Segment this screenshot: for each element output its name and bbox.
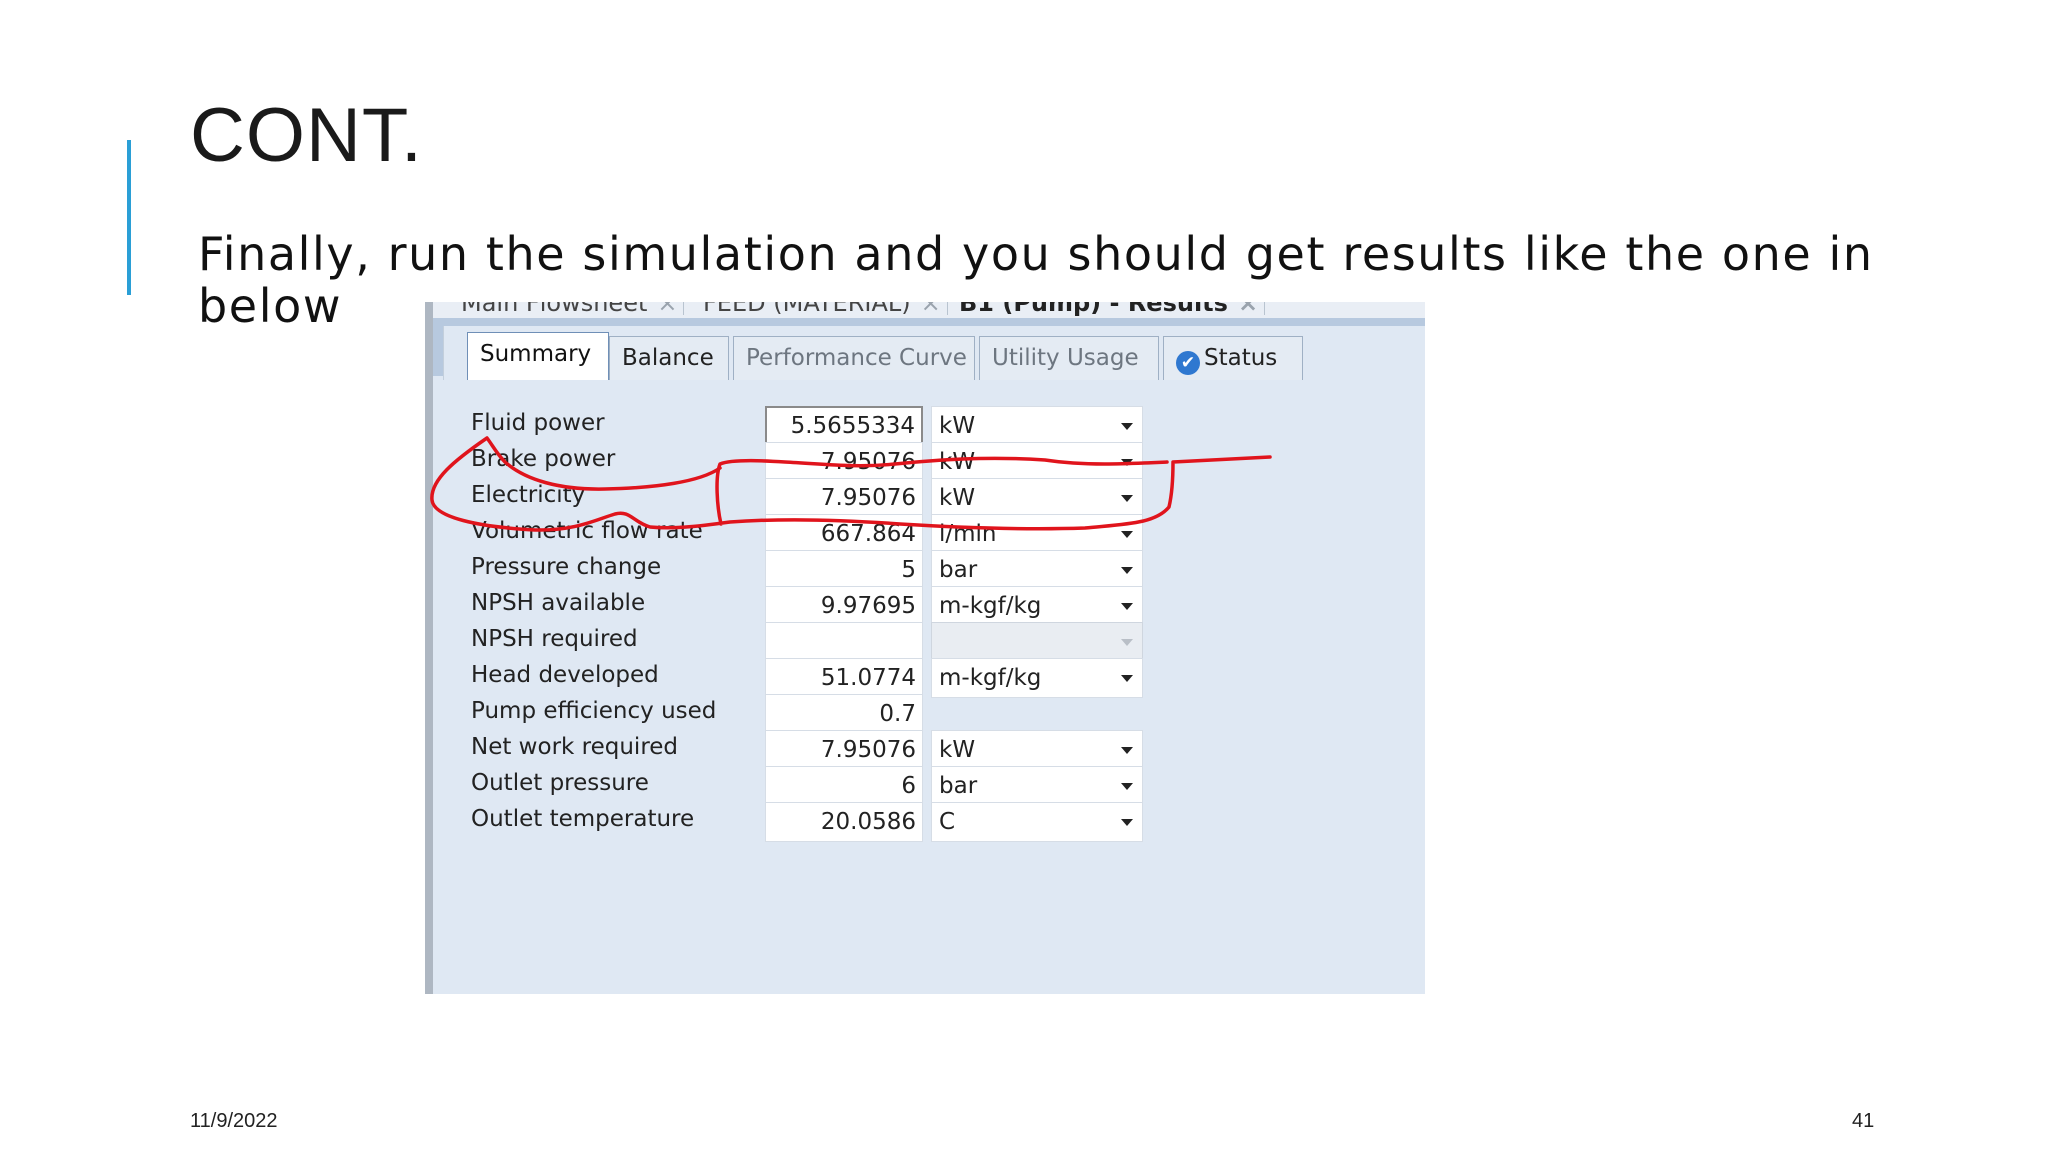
field-label: Net work required bbox=[471, 734, 679, 760]
field-label: Electricity bbox=[471, 482, 586, 508]
unit-value: C bbox=[939, 809, 956, 835]
unit-dropdown[interactable]: bar bbox=[931, 766, 1143, 806]
field-label: NPSH required bbox=[471, 626, 638, 652]
slide-title: CONT. bbox=[190, 93, 423, 178]
field-label: NPSH available bbox=[471, 590, 646, 616]
field-label: Volumetric flow rate bbox=[471, 518, 703, 544]
pump-results-screenshot: Main Flowsheet × FEED (MATERIAL) × B1 (Pum… bbox=[425, 302, 1425, 994]
chevron-down-icon bbox=[1121, 531, 1133, 538]
unit-dropdown[interactable]: C bbox=[931, 802, 1143, 842]
chevron-down-icon bbox=[1121, 603, 1133, 610]
unit-value: kW bbox=[939, 413, 976, 439]
chevron-down-icon bbox=[1121, 495, 1133, 502]
chevron-down-icon bbox=[1121, 639, 1133, 646]
value-field[interactable] bbox=[765, 622, 923, 662]
checkmark-icon: ✔ bbox=[1176, 351, 1200, 375]
unit-value: kW bbox=[939, 485, 976, 511]
field-label: Brake power bbox=[471, 446, 616, 472]
tab-utility-usage[interactable]: Utility Usage bbox=[979, 336, 1159, 380]
field-label: Pump efficiency used bbox=[471, 698, 717, 724]
value-field[interactable]: 51.0774 bbox=[765, 658, 923, 698]
chevron-down-icon bbox=[1121, 675, 1133, 682]
unit-value: m-kgf/kg bbox=[939, 593, 1042, 619]
unit-dropdown[interactable]: kW bbox=[931, 478, 1143, 518]
field-label: Fluid power bbox=[471, 410, 605, 436]
tab-summary[interactable]: Summary bbox=[467, 332, 609, 382]
tab-label: Summary bbox=[480, 341, 592, 367]
tab-label: Performance Curve bbox=[746, 345, 967, 371]
unit-dropdown[interactable]: l/min bbox=[931, 514, 1143, 554]
field-label: Outlet temperature bbox=[471, 806, 695, 832]
value-field[interactable]: 667.864 bbox=[765, 514, 923, 554]
unit-value: kW bbox=[939, 449, 976, 475]
unit-dropdown[interactable]: m-kgf/kg bbox=[931, 586, 1143, 626]
unit-dropdown[interactable]: kW bbox=[931, 442, 1143, 482]
chevron-down-icon bbox=[1121, 423, 1133, 430]
document-tab-strip: Main Flowsheet × FEED (MATERIAL) × B1 (Pum… bbox=[433, 302, 1425, 318]
document-tab-feed[interactable]: FEED (MATERIAL) × bbox=[697, 302, 948, 317]
unit-value: bar bbox=[939, 557, 978, 583]
document-tab-label: B1 (Pump) - Results bbox=[959, 302, 1228, 317]
chevron-down-icon bbox=[1121, 747, 1133, 754]
document-tab-label: Main Flowsheet bbox=[461, 302, 648, 317]
unit-dropdown[interactable]: kW bbox=[931, 730, 1143, 770]
tab-balance[interactable]: Balance bbox=[609, 336, 729, 380]
document-tab-main-flowsheet[interactable]: Main Flowsheet × bbox=[455, 302, 685, 317]
unit-value: bar bbox=[939, 773, 978, 799]
chevron-down-icon bbox=[1121, 783, 1133, 790]
footer-date: 11/9/2022 bbox=[190, 1110, 278, 1132]
chevron-down-icon bbox=[1121, 567, 1133, 574]
accent-bar bbox=[127, 140, 131, 295]
window-edge bbox=[425, 302, 433, 994]
tab-label: Balance bbox=[622, 345, 714, 371]
value-field[interactable]: 5.5655334 bbox=[765, 406, 923, 446]
tab-status[interactable]: ✔ Status bbox=[1163, 336, 1303, 380]
unit-dropdown bbox=[931, 622, 1143, 662]
tab-label: Status bbox=[1204, 345, 1278, 371]
value-field[interactable]: 7.95076 bbox=[765, 730, 923, 770]
close-icon[interactable]: × bbox=[657, 302, 677, 317]
close-icon[interactable]: × bbox=[1238, 302, 1258, 317]
chevron-down-icon bbox=[1121, 459, 1133, 466]
unit-value: kW bbox=[939, 737, 976, 763]
value-field[interactable]: 20.0586 bbox=[765, 802, 923, 842]
field-label: Pressure change bbox=[471, 554, 662, 580]
document-tab-label: FEED (MATERIAL) bbox=[703, 302, 911, 317]
unit-dropdown[interactable]: m-kgf/kg bbox=[931, 658, 1143, 698]
value-field[interactable]: 9.97695 bbox=[765, 586, 923, 626]
value-field[interactable]: 7.95076 bbox=[765, 478, 923, 518]
value-field[interactable]: 0.7 bbox=[765, 694, 923, 734]
value-field[interactable]: 6 bbox=[765, 766, 923, 806]
close-icon[interactable]: × bbox=[921, 302, 941, 317]
tab-label: Utility Usage bbox=[992, 345, 1139, 371]
unit-dropdown[interactable]: kW bbox=[931, 406, 1143, 446]
unit-dropdown[interactable]: bar bbox=[931, 550, 1143, 590]
field-label: Outlet pressure bbox=[471, 770, 649, 796]
unit-value: l/min bbox=[939, 521, 997, 547]
unit-value: m-kgf/kg bbox=[939, 665, 1042, 691]
page-number: 41 bbox=[1852, 1110, 1875, 1132]
chevron-down-icon bbox=[1121, 819, 1133, 826]
value-field[interactable]: 7.95076 bbox=[765, 442, 923, 482]
field-label: Head developed bbox=[471, 662, 659, 688]
value-field[interactable]: 5 bbox=[765, 550, 923, 590]
tab-performance-curve[interactable]: Performance Curve bbox=[733, 336, 975, 380]
document-tab-b1-results[interactable]: B1 (Pump) - Results × bbox=[953, 302, 1266, 317]
